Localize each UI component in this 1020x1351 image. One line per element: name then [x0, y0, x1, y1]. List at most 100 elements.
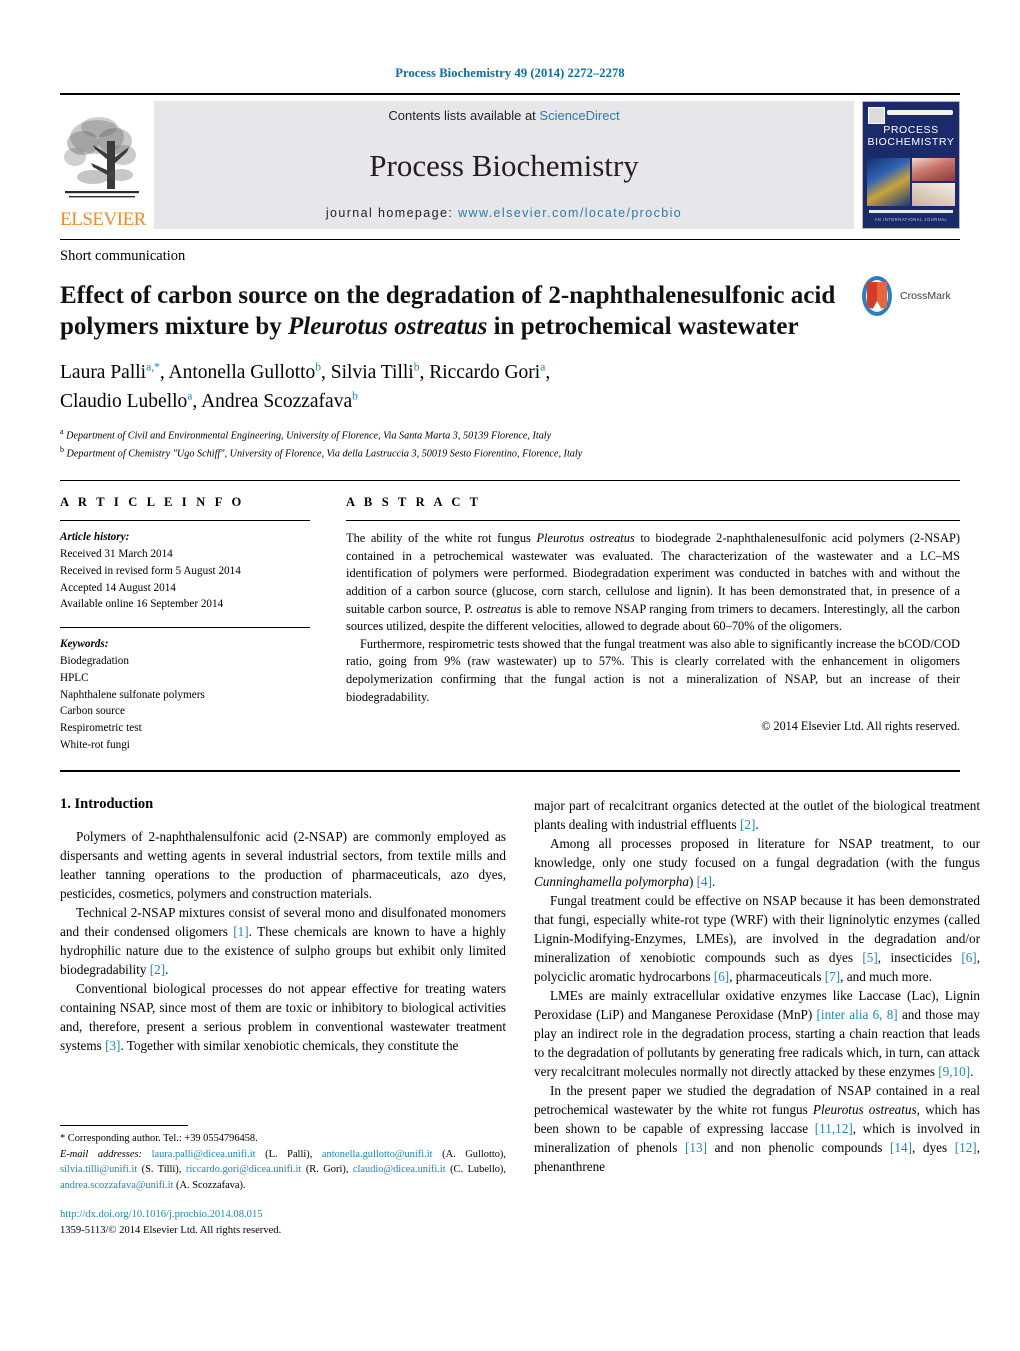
affil-marker-a: a [60, 426, 64, 436]
email-link[interactable]: andrea.scozzafava@unifi.it [60, 1180, 173, 1191]
author-affil-marker: b [352, 390, 358, 403]
intro-p7-d: and non phenolic compounds [706, 1139, 891, 1155]
citation-ref[interactable]: [3] [105, 1038, 120, 1053]
email-person: (C. Lubello) [450, 1164, 504, 1176]
intro-p3-b: . Together with similar xenobiotic chemi… [120, 1037, 459, 1053]
cover-title-line2: BIOCHEMISTRY [867, 136, 955, 149]
citation-ref[interactable]: [6] [714, 969, 729, 984]
cover-photo-2 [912, 158, 955, 181]
intro-p6-c: . [970, 1063, 974, 1079]
citation-ref[interactable]: [14] [890, 1140, 912, 1155]
intro-right-text: major part of recalcitrant organics dete… [534, 796, 980, 1176]
corresponding-author-note: * Corresponding author. Tel.: +39 055479… [60, 1133, 258, 1144]
issn-copyright-line: 1359-5113/© 2014 Elsevier Ltd. All right… [60, 1225, 282, 1237]
cover-top-bar [887, 110, 953, 115]
elsevier-tree-icon [64, 117, 139, 198]
citation-ref[interactable]: [13] [685, 1140, 707, 1155]
homepage-url[interactable]: www.elsevier.com/locate/procbio [458, 206, 682, 220]
affiliation-b: b Department of Chemistry "Ugo Schiff", … [60, 444, 960, 462]
section-heading-introduction: 1. Introduction [60, 795, 154, 812]
cover-footer-text: AN INTERNATIONAL JOURNAL [874, 217, 948, 222]
email-label: E-mail addresses: [60, 1148, 142, 1160]
keywords-rule [60, 627, 310, 629]
title-part-2: in petrochemical wastewater [487, 312, 799, 340]
article-info-column: A R T I C L E I N F O Article history: R… [60, 495, 310, 754]
affiliation-a-text: Department of Civil and Environmental En… [66, 430, 552, 442]
intro-paragraph-2: Technical 2-NSAP mixtures consist of sev… [60, 903, 506, 979]
citation-ref[interactable]: [12] [955, 1140, 977, 1155]
body-right-column: major part of recalcitrant organics dete… [534, 796, 980, 1176]
doi-link[interactable]: http://dx.doi.org/10.1016/j.procbio.2014… [60, 1207, 506, 1223]
citation-ref[interactable]: [9,10] [938, 1064, 970, 1079]
elsevier-logo: ELSEVIER [60, 101, 146, 229]
keywords-list: Keywords: Biodegradation HPLC Naphthalen… [60, 636, 310, 754]
intro-paragraph-3: Conventional biological processes do not… [60, 979, 506, 1055]
footnote-divider [60, 1125, 188, 1126]
author-affil-marker: a [540, 361, 546, 374]
cover-title-line1: PROCESS [883, 124, 939, 136]
author-affil-marker: b [315, 361, 322, 374]
author-affil-marker: a [187, 390, 193, 403]
abstract-heading: A B S T R A C T [346, 495, 482, 510]
info-abstract-block: A R T I C L E I N F O Article history: R… [60, 481, 960, 754]
crossmark-label: CrossMark [900, 290, 951, 302]
article-history: Article history: Received 31 March 2014 … [60, 529, 310, 613]
author-affil-marker: a,* [146, 361, 160, 374]
email-link[interactable]: claudio@dicea.unifi.it [353, 1164, 446, 1175]
citation-ref[interactable]: [2] [150, 962, 165, 977]
cover-photo-1 [867, 158, 910, 206]
contents-prefix: Contents lists available at [388, 108, 540, 123]
contents-list-line: Contents lists available at ScienceDirec… [388, 108, 619, 123]
email-person: (R. Gori) [305, 1164, 346, 1176]
affil-marker-b: b [60, 444, 64, 454]
journal-title: Process Biochemistry [369, 148, 639, 183]
affiliation-a: a Department of Civil and Environmental … [60, 426, 960, 444]
citation-ref[interactable]: [7] [825, 969, 840, 984]
abstract-body: The ability of the white rot fungus Pleu… [346, 530, 960, 735]
sciencedirect-link[interactable]: ScienceDirect [539, 108, 619, 123]
journal-cover-thumbnail: PROCESS BIOCHEMISTRY AN INTERNATIONAL JO… [862, 101, 960, 229]
abstract-column: A B S T R A C T The ability of the white… [346, 495, 960, 754]
author-affil-marker: b [413, 361, 420, 374]
email-person: (A. Gullotto) [442, 1148, 504, 1160]
citation-ref[interactable]: [5] [862, 950, 877, 965]
crossmark-badge[interactable]: CrossMark [860, 270, 960, 322]
email-person: (S. Tilli) [141, 1164, 179, 1176]
email-link[interactable]: silvia.tilli@unifi.it [60, 1164, 137, 1175]
citation-ref[interactable]: [1] [233, 924, 248, 939]
paper-page: Process Biochemistry 49 (2014) 2272–2278 [0, 0, 1020, 1351]
intro-p4-species: Cunninghamella polymorpha [534, 873, 689, 889]
citation-ref[interactable]: [6] [961, 950, 976, 965]
journal-reference: Process Biochemistry 49 (2014) 2272–2278 [395, 66, 625, 80]
keyword-item: Carbon source [60, 705, 125, 718]
body-left-column: 1. Introduction Polymers of 2-naphthalen… [60, 796, 506, 1176]
intro-p3cont-b: . [755, 816, 759, 832]
elsevier-wordmark: ELSEVIER [60, 209, 146, 230]
keyword-item: HPLC [60, 671, 89, 684]
abstract-rule [346, 520, 960, 522]
history-item: Available online 16 September 2014 [60, 598, 224, 611]
intro-paragraph-5: Fungal treatment could be effective on N… [534, 891, 980, 986]
journal-masthead: ELSEVIER Contents lists available at Sci… [60, 93, 960, 229]
keywords-label: Keywords: [60, 638, 109, 651]
citation-ref[interactable]: [inter alia 6, 8] [817, 1007, 898, 1022]
email-link[interactable]: antonella.gullotto@unifi.it [322, 1149, 433, 1160]
abstract-paragraph-2: Furthermore, respirometric tests showed … [346, 636, 960, 704]
keyword-item: Naphthalene sulfonate polymers [60, 688, 205, 701]
article-info-rule [60, 520, 310, 522]
title-species-name: Pleurotus ostreatus [288, 312, 488, 340]
article-title: Effect of carbon source on the degradati… [60, 281, 860, 343]
affiliations: a Department of Civil and Environmental … [60, 426, 960, 462]
doi-block: http://dx.doi.org/10.1016/j.procbio.2014… [60, 1207, 506, 1239]
intro-paragraph-3-continued: major part of recalcitrant organics dete… [534, 796, 980, 834]
citation-ref[interactable]: [4] [697, 874, 712, 889]
email-link[interactable]: riccardo.gori@dicea.unifi.it [186, 1164, 301, 1175]
intro-paragraph-4: Among all processes proposed in literatu… [534, 834, 980, 891]
citation-ref[interactable]: [2] [740, 817, 755, 832]
history-item: Received in revised form 5 August 2014 [60, 564, 241, 577]
history-item: Accepted 14 August 2014 [60, 581, 176, 594]
citation-ref[interactable]: [11,12] [815, 1121, 853, 1136]
email-link[interactable]: laura.palli@dicea.unifi.it [152, 1149, 256, 1160]
email-person: (A. Scozzafava) [176, 1179, 243, 1191]
article-info-heading: A R T I C L E I N F O [60, 495, 245, 510]
